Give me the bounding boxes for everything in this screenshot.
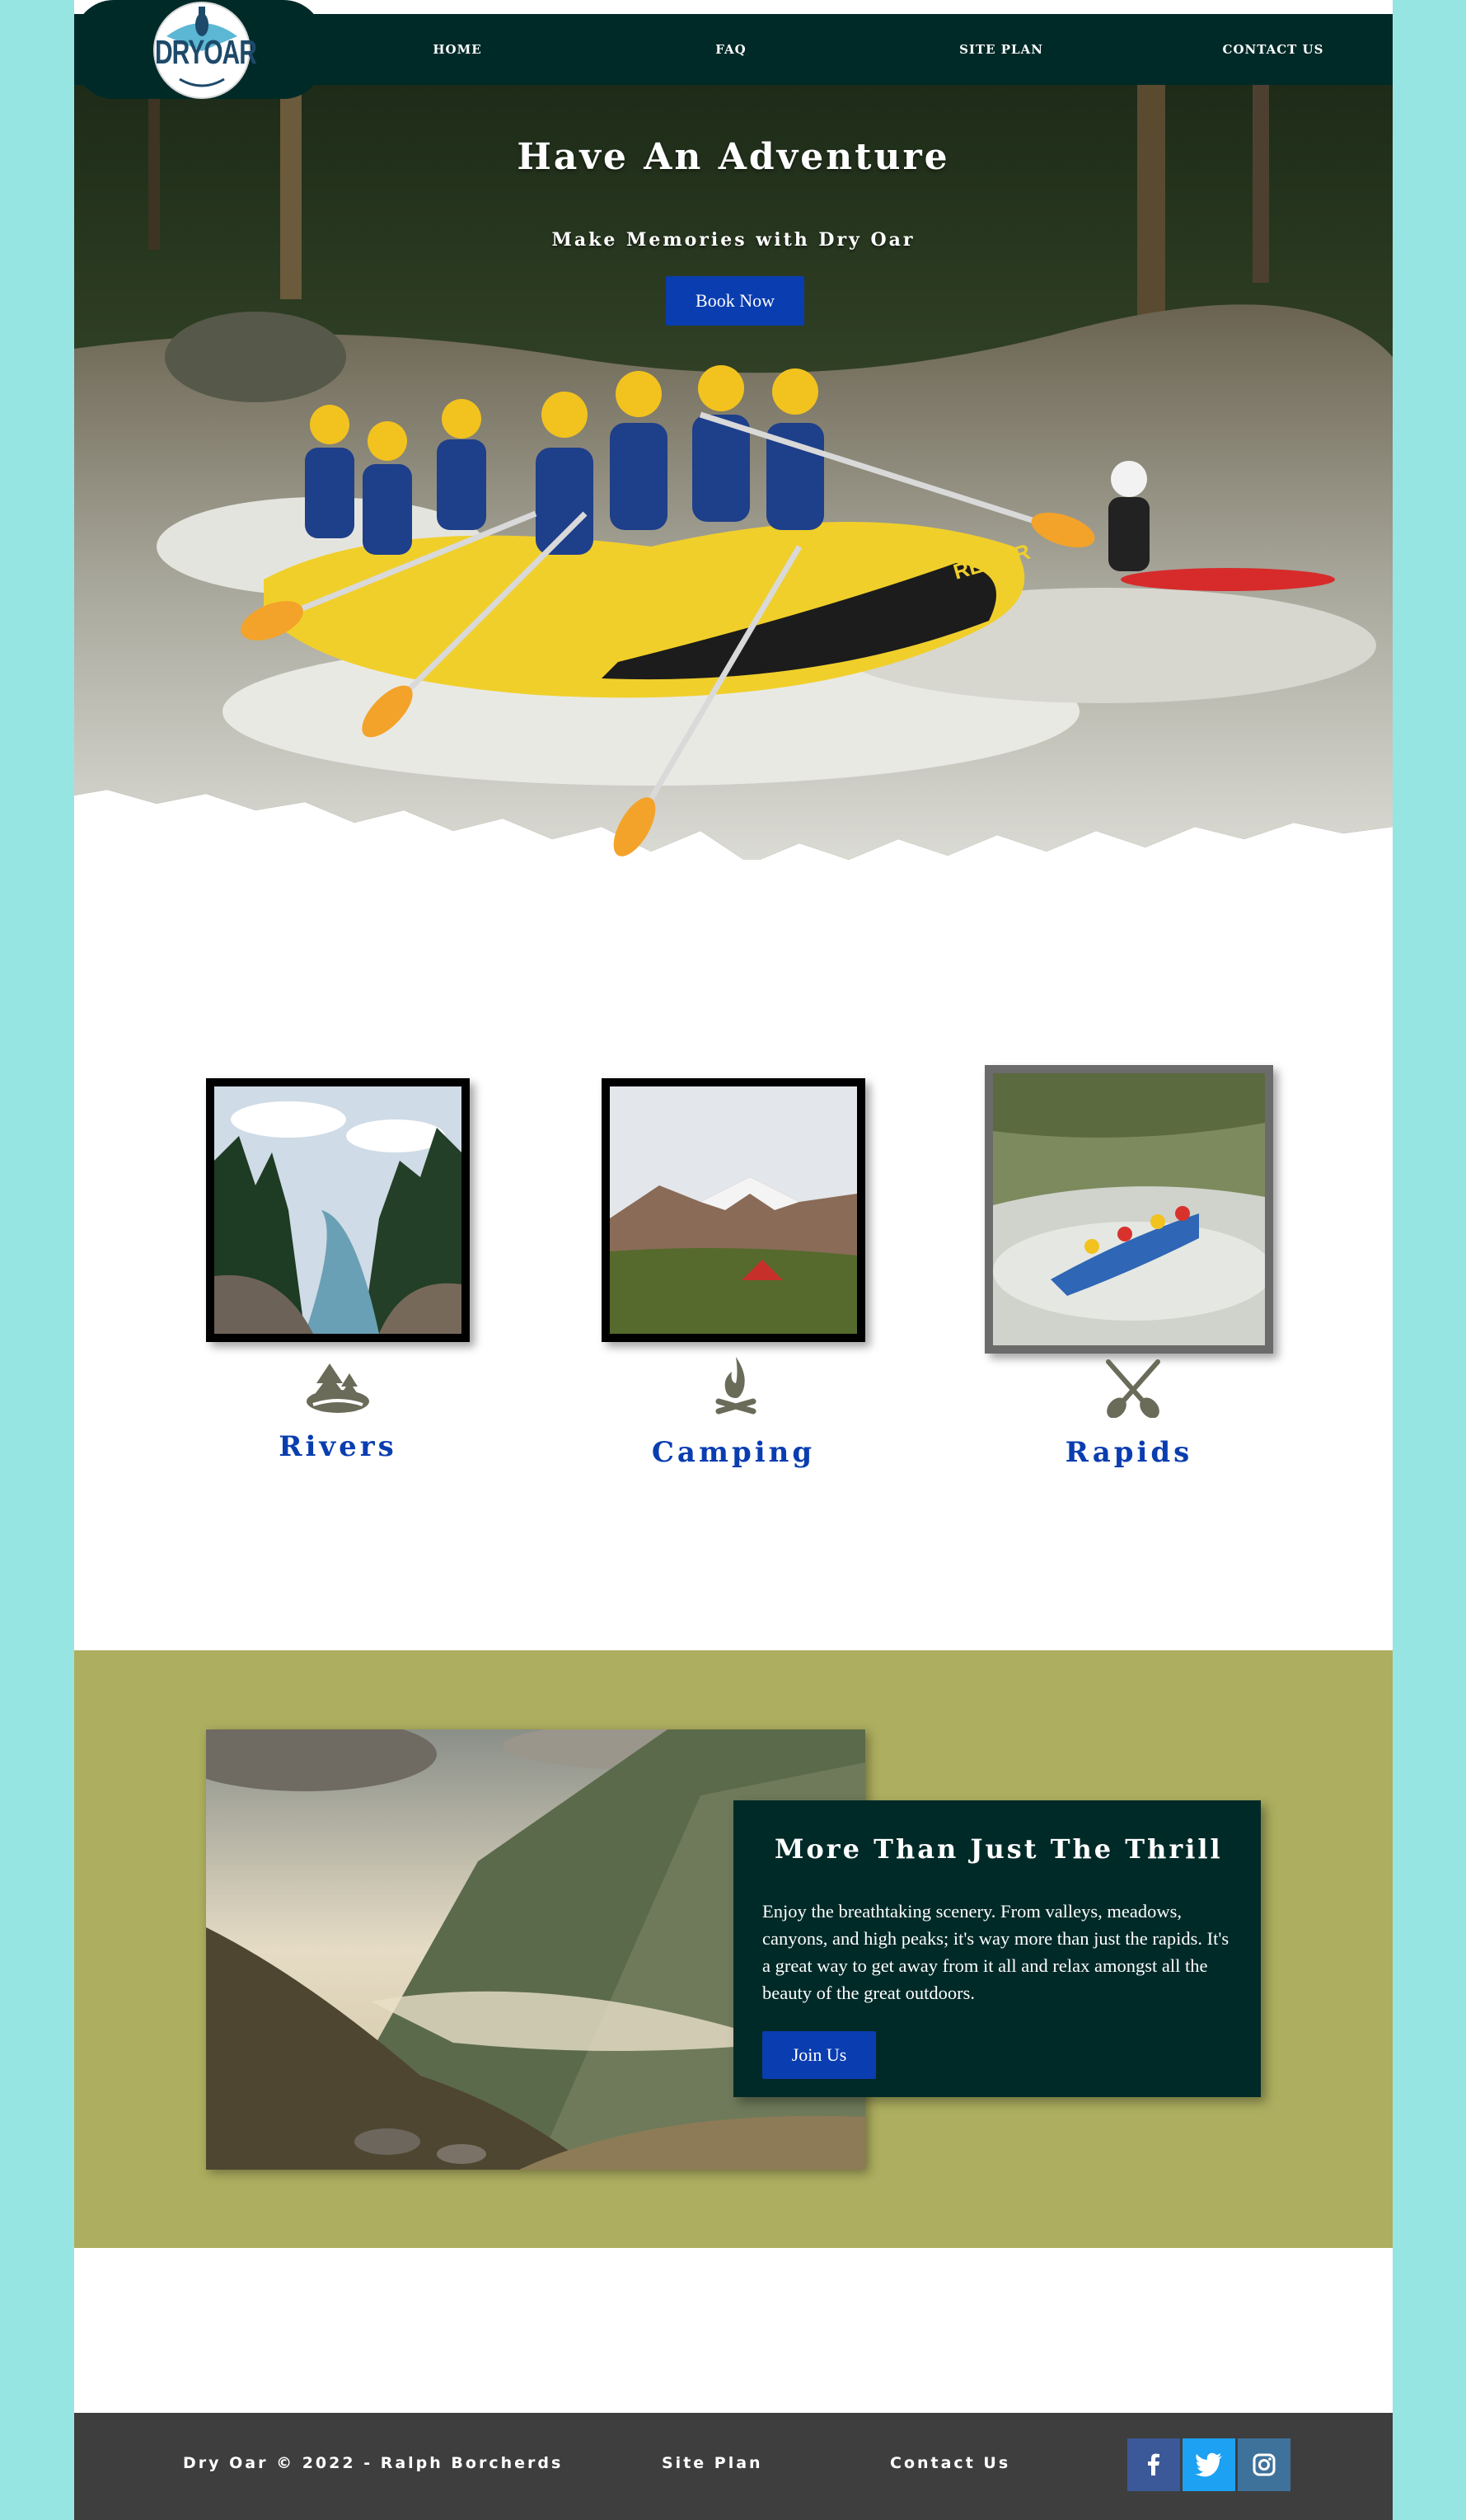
crossed-paddles-icon	[1106, 1359, 1160, 1418]
campfire-icon	[715, 1357, 756, 1415]
logo[interactable]: DRYOAR	[153, 2, 257, 99]
logo-text: DRYOAR	[155, 35, 257, 72]
trees-river-icon	[307, 1363, 369, 1413]
hero-title: Have An Adventure	[517, 136, 950, 178]
page: REMAR Have An Adventure Make Memories wi…	[74, 0, 1393, 2520]
thrill-card: More Than Just The Thrill Enjoy the brea…	[733, 1800, 1261, 2097]
footer-contact-link[interactable]: Contact Us	[890, 2454, 1010, 2472]
rapids-image	[985, 1065, 1273, 1354]
hero-section: REMAR Have An Adventure Make Memories wi…	[74, 85, 1393, 860]
nav-contact-us[interactable]: CONTACT US	[1203, 14, 1343, 85]
thrill-body: Enjoy the breathtaking scenery. From val…	[762, 1901, 1229, 2003]
book-now-button[interactable]: Book Now	[666, 276, 804, 326]
thrill-title: More Than Just The Thrill	[775, 1833, 1223, 1865]
logo-tab: DRYOAR	[74, 0, 323, 99]
footer-site-plan-link[interactable]: Site Plan	[662, 2454, 763, 2472]
rivers-image	[206, 1078, 470, 1342]
nav-site-plan[interactable]: SITE PLAN	[931, 14, 1071, 85]
join-us-button[interactable]: Join Us	[762, 2031, 876, 2079]
thrill-section: More Than Just The Thrill Enjoy the brea…	[74, 1650, 1393, 2248]
hero-subtitle: Make Memories with Dry Oar	[551, 229, 916, 251]
rapids-label: Rapids	[1065, 1436, 1193, 1469]
footer-copyright: Dry Oar © 2022 - Ralph Borcherds	[183, 2454, 564, 2472]
camping-image	[602, 1078, 865, 1342]
facebook-icon[interactable]	[1127, 2438, 1180, 2491]
footer: Dry Oar © 2022 - Ralph Borcherds Site Pl…	[74, 2413, 1393, 2520]
camping-label: Camping	[651, 1436, 816, 1469]
twitter-icon[interactable]	[1183, 2438, 1235, 2491]
nav-faq[interactable]: FAQ	[661, 14, 801, 85]
rivers-label: Rivers	[279, 1430, 397, 1463]
instagram-icon[interactable]	[1238, 2438, 1290, 2491]
hero-rafting-image: REMAR	[74, 85, 1393, 860]
nav-home[interactable]: HOME	[387, 14, 527, 85]
